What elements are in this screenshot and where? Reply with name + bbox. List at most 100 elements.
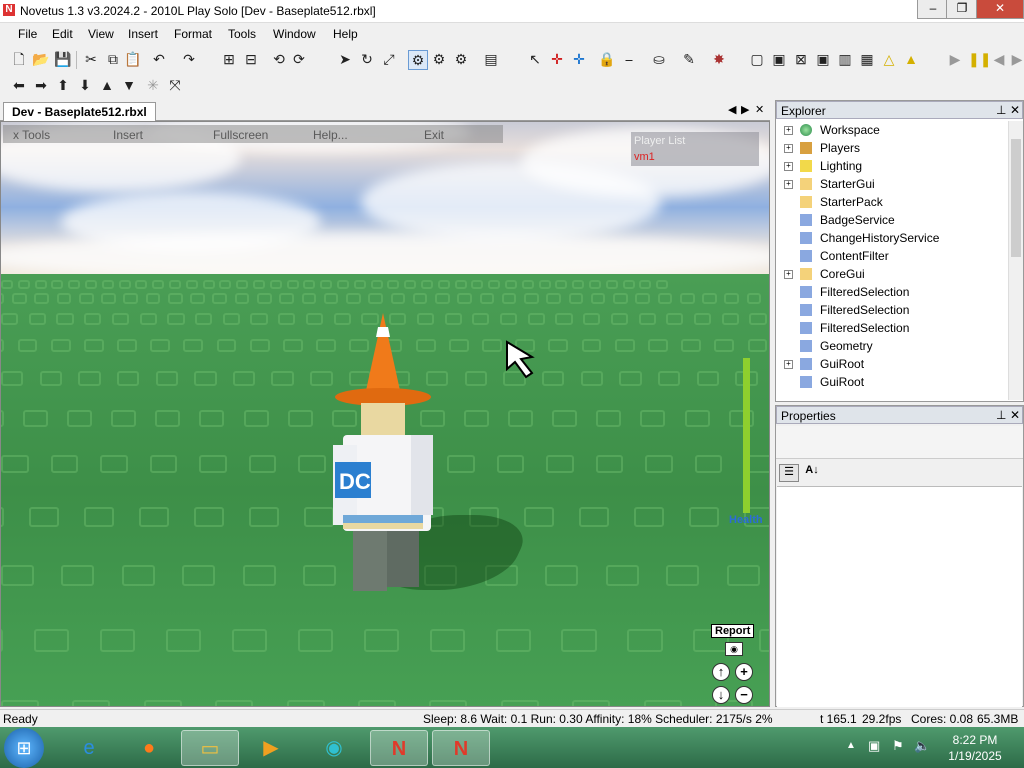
taskbar-clock[interactable]: 8:22 PM 1/19/2025 (940, 732, 1010, 764)
surface-up-icon[interactable]: △ (880, 50, 898, 68)
cylinder-icon[interactable]: ⊠ (792, 50, 810, 68)
properties-close-icon[interactable]: ✕ (1010, 406, 1020, 424)
paste-icon[interactable]: 📋 (124, 50, 142, 68)
rotate-right-icon[interactable]: ⟳ (290, 50, 308, 68)
ingame-exit-button[interactable]: Exit (424, 128, 444, 142)
sphere-icon[interactable]: ▣ (770, 50, 788, 68)
move-icon[interactable]: ✛ (548, 50, 566, 68)
block-icon[interactable]: ▢ (748, 50, 766, 68)
menu-format[interactable]: Format (174, 27, 212, 41)
maximize-button[interactable]: ❐ (946, 0, 978, 19)
categorized-view-icon[interactable]: ☰ (779, 464, 799, 482)
show-hidden-icons-icon[interactable]: ▲ (846, 740, 856, 751)
undo-icon[interactable]: ↶ (150, 50, 168, 68)
zoom-in-button[interactable]: + (735, 663, 753, 681)
tab-scroll-right-icon[interactable]: ▶ (741, 103, 749, 116)
lock-icon[interactable]: 🔒 (598, 50, 616, 68)
explorer-item[interactable]: ChangeHistoryService (776, 229, 1006, 247)
start-button-icon[interactable]: ⊞ (4, 728, 44, 768)
ingame-insert-button[interactable]: Insert (113, 128, 143, 142)
redo-icon[interactable]: ↷ (180, 50, 198, 68)
media-player-icon[interactable]: ▶ (242, 730, 300, 766)
novetus-launcher-icon[interactable]: N (370, 730, 428, 766)
network-icon[interactable]: ▣ (868, 738, 880, 754)
arrow-up-icon[interactable]: ⬆ (54, 76, 72, 94)
action-center-flag-icon[interactable]: ⚑ (892, 738, 904, 754)
explorer-scrollbar[interactable] (1008, 121, 1023, 400)
explorer-item[interactable]: StarterPack (776, 193, 1006, 211)
arrow-left-icon[interactable]: ⬅ (10, 76, 28, 94)
camera-down-icon[interactable]: ▼ (120, 76, 138, 94)
explorer-item[interactable]: FilteredSelection (776, 283, 1006, 301)
explorer-item[interactable]: + Lighting (776, 157, 1006, 175)
play-icon[interactable]: ▶ (946, 50, 964, 68)
insert-object-icon[interactable]: ✸ (710, 50, 728, 68)
menu-help[interactable]: Help (333, 27, 358, 41)
truss-icon[interactable]: ▦ (858, 50, 876, 68)
volume-icon[interactable]: 🔈 (914, 738, 930, 754)
zoom-in-icon[interactable]: ✳ (144, 76, 162, 94)
step-back-icon[interactable]: ◀ (990, 50, 1008, 68)
player-character[interactable]: DC (321, 307, 441, 597)
camera-rotate-down-icon[interactable]: ↓ (712, 686, 730, 704)
novetus-client-icon[interactable]: N (432, 730, 490, 766)
pointer-icon[interactable]: ↖ (526, 50, 544, 68)
minimize-button[interactable]: – (917, 0, 949, 19)
open-folder-icon[interactable]: 📂 (32, 50, 50, 68)
tab-close-button[interactable]: ✕ (755, 103, 764, 116)
menu-view[interactable]: View (88, 27, 114, 41)
zoom-extents-icon[interactable]: ⤧ (166, 76, 184, 94)
pause-icon[interactable]: ❚❚ (968, 50, 991, 68)
wedge-icon[interactable]: ▣ (814, 50, 832, 68)
explorer-item[interactable]: FilteredSelection (776, 301, 1006, 319)
camera-rotate-up-icon[interactable]: ↑ (712, 663, 730, 681)
explorer-item[interactable]: + GuiRoot (776, 355, 1006, 373)
menu-tools[interactable]: Tools (228, 27, 256, 41)
explorer-pin-icon[interactable]: ⊥ (996, 101, 1006, 119)
cut-icon[interactable]: ✂ (82, 50, 100, 68)
report-button[interactable]: Report (711, 624, 755, 638)
new-file-icon[interactable]: 🗋 (10, 50, 28, 68)
stop-physics-icon[interactable]: ⚙ (452, 50, 470, 68)
explorer-item[interactable]: + Players (776, 139, 1006, 157)
internet-explorer-icon[interactable]: e (60, 730, 118, 766)
explorer-scroll-thumb[interactable] (1011, 139, 1021, 257)
move-axis-icon[interactable]: ✛ (570, 50, 588, 68)
group-icon[interactable]: ⊞ (220, 50, 238, 68)
properties-pin-icon[interactable]: ⊥ (996, 406, 1006, 424)
zoom-out-button[interactable]: − (735, 686, 753, 704)
tab-scroll-left-icon[interactable]: ◀ (728, 103, 736, 116)
ungroup-icon[interactable]: ⊟ (242, 50, 260, 68)
step-forward-icon[interactable]: ▶ (1008, 50, 1024, 68)
expand-icon[interactable]: + (784, 360, 793, 369)
explorer-item[interactable]: ContentFilter (776, 247, 1006, 265)
ingame-help-button[interactable]: Help... (313, 128, 348, 142)
rotate-left-icon[interactable]: ⟲ (270, 50, 288, 68)
menu-edit[interactable]: Edit (52, 27, 73, 41)
explorer-item[interactable]: BadgeService (776, 211, 1006, 229)
file-explorer-icon[interactable]: ▭ (181, 730, 239, 766)
menu-insert[interactable]: Insert (128, 27, 158, 41)
surface-down-icon[interactable]: ▲ (902, 50, 920, 68)
arrow-down-icon[interactable]: ⬇ (76, 76, 94, 94)
physics-icon[interactable]: ⚙ (430, 50, 448, 68)
explorer-item[interactable]: + StarterGui (776, 175, 1006, 193)
explorer-item[interactable]: GuiRoot (776, 373, 1006, 391)
game-viewport[interactable]: DC x Tools Insert Fullscreen Help... Exi… (0, 121, 770, 707)
arrow-right-icon[interactable]: ➡ (32, 76, 50, 94)
firefox-icon[interactable]: ● (120, 730, 178, 766)
messenger-icon[interactable]: ◉ (305, 730, 363, 766)
menu-window[interactable]: Window (273, 27, 316, 41)
expand-icon[interactable]: + (784, 180, 793, 189)
explorer-item[interactable]: + Workspace (776, 121, 1006, 139)
explorer-item[interactable]: FilteredSelection (776, 319, 1006, 337)
expand-icon[interactable]: + (784, 270, 793, 279)
close-button[interactable]: ✕ (976, 0, 1024, 19)
screenshot-camera-icon[interactable]: ◉ (725, 642, 743, 656)
rotate-tool-icon[interactable]: ↻ (358, 50, 376, 68)
expand-icon[interactable]: + (784, 126, 793, 135)
explorer-close-icon[interactable]: ✕ (1010, 101, 1020, 119)
paint-bucket-icon[interactable]: ⛀ (650, 50, 668, 68)
expand-icon[interactable]: + (784, 144, 793, 153)
expand-icon[interactable]: + (784, 162, 793, 171)
